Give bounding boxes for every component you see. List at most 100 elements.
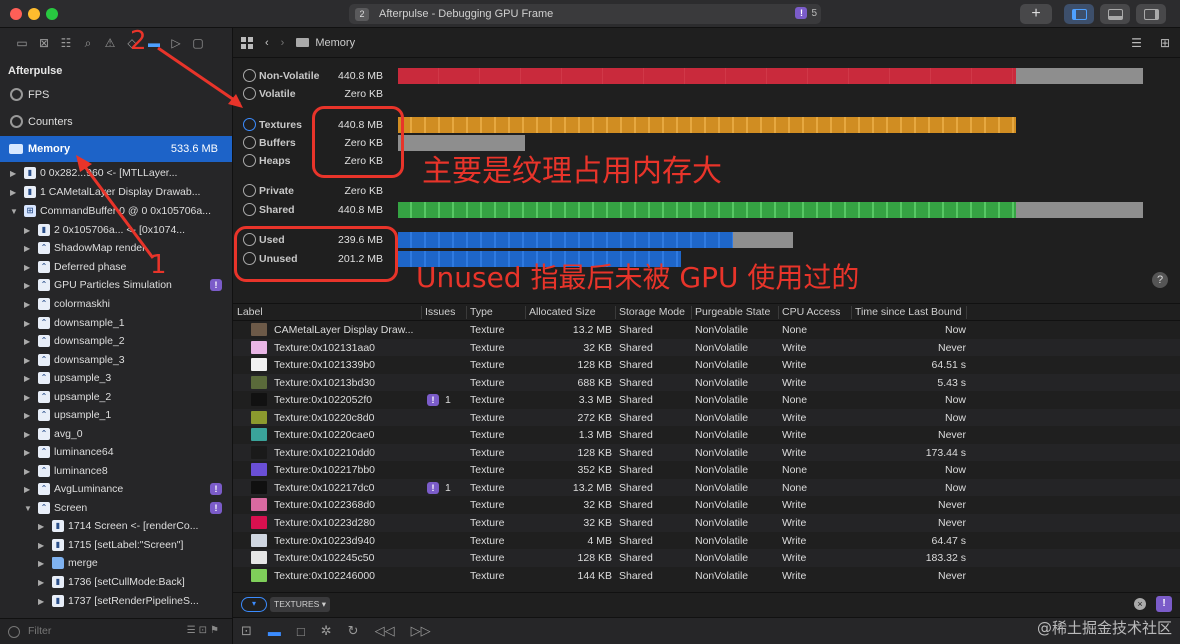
- sidebar-item-colormaskhi[interactable]: ▶ ⌃ colormaskhi: [0, 295, 232, 314]
- column-divider[interactable]: [525, 306, 526, 319]
- tag-icon[interactable]: ▷: [168, 36, 184, 50]
- sidebar-item-luminance64[interactable]: ▶ ⌃ luminance64: [0, 443, 232, 462]
- sidebar-item-upsample-3[interactable]: ▶ ⌃ upsample_3: [0, 369, 232, 388]
- toggle-inspector-button[interactable]: [1136, 4, 1166, 24]
- maximize-window-button[interactable]: [46, 8, 58, 20]
- hide-debug-area-icon[interactable]: ⊡: [241, 623, 252, 639]
- sidebar-item-call-1737[interactable]: ▶ ▮ 1737 [setRenderPipelineS...: [0, 592, 232, 611]
- debug-shader-icon[interactable]: ✲: [321, 623, 332, 639]
- memory-row-unused[interactable]: Unused 201.2 MB: [243, 250, 1163, 268]
- category-filter-icon[interactable]: [243, 118, 256, 131]
- category-filter-icon[interactable]: [243, 136, 256, 149]
- column-divider[interactable]: [851, 306, 852, 319]
- table-row[interactable]: CAMetalLayer Display Draw... Texture 13.2 …: [233, 321, 1180, 339]
- sidebar-item-merge[interactable]: ▶ merge: [0, 554, 232, 573]
- column-header-issues[interactable]: Issues: [425, 306, 455, 318]
- category-filter-icon[interactable]: [243, 203, 256, 216]
- disclosure-triangle-icon[interactable]: ▶: [24, 443, 30, 462]
- category-filter-icon[interactable]: [243, 87, 256, 100]
- list-view-icon[interactable]: ☰: [1131, 36, 1142, 50]
- category-filter-icon[interactable]: [243, 252, 256, 265]
- memory-row-buffers[interactable]: Buffers Zero KB: [243, 134, 1163, 152]
- disclosure-triangle-icon[interactable]: ▶: [24, 462, 30, 481]
- disclosure-triangle-icon[interactable]: ▶: [24, 295, 30, 314]
- column-header-type[interactable]: Type: [470, 306, 493, 318]
- sidebar-item-drawable-1[interactable]: ▶ ▮ 1 CAMetalLayer Display Drawab...: [0, 183, 232, 202]
- sidebar-item-shadowmap[interactable]: ▶ ⌃ ShadowMap render: [0, 239, 232, 258]
- table-row[interactable]: Texture:0x1022368d0 Texture 32 KB Shared Non…: [233, 496, 1180, 514]
- disclosure-triangle-icon[interactable]: ▶: [24, 480, 30, 499]
- hierarchy-icon[interactable]: ☷: [58, 36, 74, 50]
- sidebar-item-downsample-3[interactable]: ▶ ⌃ downsample_3: [0, 351, 232, 370]
- issue-icon[interactable]: !: [210, 483, 222, 495]
- toggle-navigator-button[interactable]: [1064, 4, 1094, 24]
- column-header-label[interactable]: Label: [237, 306, 263, 318]
- disclosure-triangle-icon[interactable]: ▶: [24, 406, 30, 425]
- column-header-storage[interactable]: Storage Mode: [619, 306, 685, 318]
- issue-icon[interactable]: !: [210, 279, 222, 291]
- category-filter-icon[interactable]: [243, 184, 256, 197]
- window-title-pill[interactable]: 2 Afterpulse - Debugging GPU Frame ! 5: [349, 4, 821, 24]
- sidebar-item-drawable-0[interactable]: ▶ ▮ 0 0x282...960 <- [MTLLayer...: [0, 164, 232, 183]
- disclosure-triangle-icon[interactable]: ▶: [24, 239, 30, 258]
- folder-icon[interactable]: ▭: [14, 36, 30, 50]
- table-row[interactable]: Texture:0x102210dd0 Texture 128 KB Shared No…: [233, 443, 1180, 462]
- breadcrumb[interactable]: Memory: [296, 37, 355, 49]
- table-row[interactable]: Texture:0x1021339b0 Texture 128 KB Shared No…: [233, 356, 1180, 374]
- sidebar-item-avgluminance[interactable]: ▶ ⌃ AvgLuminance !: [0, 480, 232, 499]
- forward-button[interactable]: ›: [281, 37, 285, 49]
- clear-filter-button[interactable]: ×: [1134, 598, 1146, 610]
- filter-options-icon[interactable]: ☰⊡⚑: [187, 625, 222, 636]
- step-back-icon[interactable]: ◁◁: [375, 623, 395, 639]
- add-button[interactable]: +: [1020, 4, 1052, 24]
- warning-icon[interactable]: ⚠: [102, 36, 118, 50]
- sidebar-item-deferred[interactable]: ▶ ⌃ Deferred phase: [0, 258, 232, 277]
- disclosure-triangle-icon[interactable]: ▶: [24, 276, 30, 295]
- memory-row-shared[interactable]: Shared 440.8 MB: [243, 201, 1163, 219]
- column-divider[interactable]: [615, 306, 616, 319]
- minimize-window-button[interactable]: [28, 8, 40, 20]
- issues-filter-icon[interactable]: !: [1156, 596, 1172, 612]
- add-editor-icon[interactable]: ⊞: [1160, 36, 1170, 50]
- sidebar-item-screen[interactable]: ▼ ⌃ Screen !: [0, 499, 232, 518]
- disclosure-triangle-icon[interactable]: ▼: [24, 499, 32, 518]
- disclosure-triangle-icon[interactable]: ▶: [38, 573, 44, 592]
- disclosure-triangle-icon[interactable]: ▶: [38, 554, 44, 573]
- column-header-time[interactable]: Time since Last Bound: [855, 306, 961, 318]
- memory-row-volatile[interactable]: Volatile Zero KB: [243, 85, 1163, 103]
- step-forward-icon[interactable]: ▷▷: [411, 623, 431, 639]
- table-row[interactable]: Texture:0x10220c8d0 Texture 272 KB Shared No…: [233, 408, 1180, 427]
- stop-icon[interactable]: □: [297, 624, 305, 639]
- table-row[interactable]: Texture:0x10213bd30 Texture 688 KB Shared No…: [233, 373, 1180, 392]
- disclosure-triangle-icon[interactable]: ▶: [24, 258, 30, 277]
- table-row[interactable]: Texture:0x102217bb0 Texture 352 KB Shared No…: [233, 461, 1180, 479]
- sidebar-item-encoder-2[interactable]: ▶ ▮ 2 0x105706a... <- [0x1074...: [0, 221, 232, 240]
- diamond-icon[interactable]: ◇: [124, 36, 140, 50]
- column-header-purgeable[interactable]: Purgeable State: [695, 306, 770, 318]
- issues-indicator[interactable]: ! 5: [795, 7, 817, 19]
- sidebar-item-call-1736[interactable]: ▶ ▮ 1736 [setCullMode:Back]: [0, 573, 232, 592]
- sidebar-item-avg-0[interactable]: ▶ ⌃ avg_0: [0, 425, 232, 444]
- reload-shaders-icon[interactable]: ↻: [348, 623, 359, 639]
- disclosure-triangle-icon[interactable]: ▶: [24, 369, 30, 388]
- issue-icon[interactable]: !: [427, 481, 439, 494]
- sidebar-item-particles[interactable]: ▶ ⌃ GPU Particles Simulation !: [0, 276, 232, 295]
- sidebar-item-upsample-2[interactable]: ▶ ⌃ upsample_2: [0, 388, 232, 407]
- memory-row-textures[interactable]: Textures 440.8 MB: [243, 116, 1163, 134]
- disclosure-triangle-icon[interactable]: ▶: [38, 517, 44, 536]
- disclosure-triangle-icon[interactable]: ▶: [24, 425, 30, 444]
- table-row[interactable]: Texture:0x102217dc0 Texture 13.2 MB Shared N…: [233, 478, 1180, 497]
- search-icon[interactable]: ⌕: [80, 36, 96, 51]
- sidebar-item-downsample-2[interactable]: ▶ ⌃ downsample_2: [0, 332, 232, 351]
- sidebar-item-call-1715[interactable]: ▶ ▮ 1715 [setLabel:"Screen"]: [0, 536, 232, 555]
- table-row[interactable]: Texture:0x10223d940 Texture 4 MB Shared NonV…: [233, 532, 1180, 550]
- issue-icon[interactable]: !: [210, 502, 222, 514]
- disclosure-triangle-icon[interactable]: ▶: [24, 314, 30, 333]
- table-row[interactable]: Texture:0x10220cae0 Texture 1.3 MB Shared No…: [233, 426, 1180, 444]
- disclosure-triangle-icon[interactable]: ▶: [38, 592, 44, 611]
- sidebar-item-fps[interactable]: FPS: [0, 82, 232, 108]
- memory-row-heaps[interactable]: Heaps Zero KB: [243, 152, 1163, 170]
- list-icon[interactable]: ▬: [146, 36, 162, 50]
- sidebar-item-upsample-1[interactable]: ▶ ⌃ upsample_1: [0, 406, 232, 425]
- category-filter-icon[interactable]: [243, 69, 256, 82]
